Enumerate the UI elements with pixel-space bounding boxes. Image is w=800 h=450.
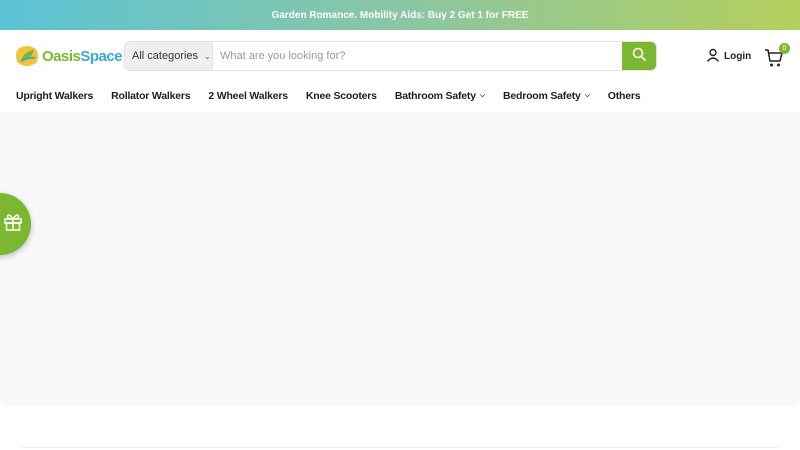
nav-item-bedroom-safety[interactable]: Bedroom Safety ⌵ [503,90,590,102]
nav-item-rollator-walkers[interactable]: Rollator Walkers [111,90,190,102]
site-header: OasisSpace All categories ⌄ Login [0,30,800,112]
logo-text: OasisSpace [42,47,123,65]
nav-item-bathroom-safety[interactable]: Bathroom Safety ⌵ [395,90,485,102]
search-input[interactable] [213,42,622,70]
nav-item-others[interactable]: Others [608,90,641,102]
nav-item-label: Upright Walkers [16,90,94,102]
user-icon [706,48,724,65]
search-button[interactable] [622,42,656,70]
logo-mark-icon [15,45,40,67]
chevron-down-icon: ⌵ [479,92,485,99]
nav-item-label: Rollator Walkers [111,90,191,102]
nav-item-label: 2 Wheel Walkers [208,90,288,102]
search-bar: All categories ⌄ [124,41,657,71]
category-select[interactable]: All categories ⌄ [125,42,213,70]
logo-text-primary: Oasis [42,47,81,65]
chevron-down-icon: ⌄ [204,51,211,61]
gift-icon [3,212,23,237]
nav-item-upright-walkers[interactable]: Upright Walkers [16,90,93,102]
nav-item-label: Bathroom Safety [394,90,476,102]
login-link[interactable]: Login [706,48,751,65]
nav-item-label: Bedroom Safety [502,90,581,102]
cart-button[interactable]: 0 [764,43,790,68]
nav-item-knee-scooters[interactable]: Knee Scooters [306,90,377,102]
section-divider [22,447,778,448]
site-logo[interactable]: OasisSpace [15,44,123,68]
search-icon [632,47,646,66]
login-label: Login [724,51,752,62]
cart-count-badge: 0 [779,43,790,54]
main-nav: Upright Walkers Rollator Walkers 2 Wheel… [16,88,658,104]
logo-text-accent: Space [80,47,123,65]
chevron-down-icon: ⌵ [584,92,590,99]
promo-text[interactable]: Garden Romance. Mobility Aids: Buy 2 Get… [272,10,529,21]
category-select-label: All categories [132,50,199,62]
nav-item-2-wheel-walkers[interactable]: 2 Wheel Walkers [208,90,288,102]
nav-item-label: Knee Scooters [305,90,377,102]
promo-banner[interactable]: Garden Romance. Mobility Aids: Buy 2 Get… [0,0,800,30]
nav-item-label: Others [607,90,641,102]
hero-banner-placeholder [0,112,800,407]
